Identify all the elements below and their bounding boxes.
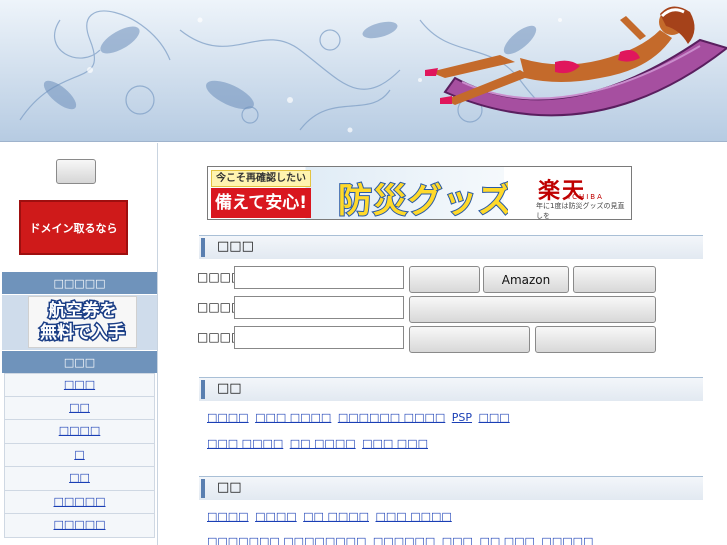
- search-input-3[interactable]: [234, 326, 404, 349]
- search-input-2[interactable]: [234, 296, 404, 319]
- ticket-ad-line2: 無料で入手: [39, 322, 127, 345]
- link[interactable]: □□□ □□□: [362, 437, 428, 450]
- links-line: □□□□□□□ □□□□□□□□ □□□□□□ □□□ □□ □□□ □□□□□: [207, 535, 596, 545]
- links-line: □□□ □□□□ □□ □□□□ □□□ □□□: [207, 437, 431, 450]
- link[interactable]: □□□□□: [541, 535, 593, 545]
- search-row-1: □□□□ Amazon: [197, 266, 707, 293]
- promo-headline: 防災グッズ: [337, 180, 513, 220]
- search-row-2: □□□□: [197, 296, 707, 323]
- link[interactable]: □□□: [479, 411, 510, 424]
- rakuten-logo-box: 楽天 年に1度は防災グッズの見直しを ICHIBA: [508, 171, 630, 219]
- link[interactable]: □□□ □□□□: [207, 437, 283, 450]
- domain-ad-banner[interactable]: ドメイン取るなら: [19, 200, 128, 255]
- link[interactable]: □□ □□□: [479, 535, 534, 545]
- link[interactable]: □□□□: [207, 411, 249, 424]
- links-section-title: □□: [217, 480, 242, 495]
- section-marker: [201, 479, 205, 498]
- section-marker: [201, 380, 205, 399]
- link[interactable]: □□□□: [207, 510, 249, 523]
- link[interactable]: □□□□□□ □□□□: [338, 411, 445, 424]
- header-banner: [0, 0, 727, 142]
- search-section-title: □□□: [217, 239, 254, 254]
- search-row-3: □□□□: [197, 326, 707, 353]
- disaster-goods-ad-banner[interactable]: 今こそ再確認したい 備えて安心! 防災グッズ 楽天 年に1度は防災グッズの見直し…: [207, 166, 632, 220]
- search-button-3b[interactable]: [535, 326, 656, 353]
- beach-lounger-illustration: [0, 0, 727, 141]
- sidebar-nav-item[interactable]: □□: [4, 467, 155, 491]
- sidebar-blank-button[interactable]: [56, 159, 96, 184]
- links-section-title: □□: [217, 381, 242, 396]
- links-section-header: □□: [199, 377, 703, 401]
- section-marker: [201, 238, 205, 257]
- promo-badge: 備えて安心!: [211, 188, 311, 218]
- link[interactable]: □□ □□□□: [303, 510, 369, 523]
- sidebar-nav-item[interactable]: □□□: [4, 373, 155, 397]
- link[interactable]: □□□: [442, 535, 473, 545]
- sidebar-nav-item[interactable]: □□: [4, 396, 155, 420]
- link[interactable]: □□□□: [255, 510, 297, 523]
- sidebar-section-title: □□□□□: [2, 272, 157, 294]
- link[interactable]: □□ □□□□: [290, 437, 356, 450]
- search-button-1a[interactable]: [409, 266, 480, 293]
- ticket-ad-line1: 航空券を: [47, 300, 118, 323]
- left-sidebar: ドメイン取るなら □□□□□ 航空券を 無料で入手 □□□ □□□ □□ □□□…: [0, 143, 158, 545]
- air-ticket-ad-banner[interactable]: 航空券を 無料で入手: [28, 296, 137, 348]
- link[interactable]: □□□□□□: [373, 535, 435, 545]
- rakuten-sub-logo: ICHIBA: [568, 193, 604, 201]
- main-content: 今こそ再確認したい 備えて安心! 防災グッズ 楽天 年に1度は防災グッズの見直し…: [159, 143, 727, 545]
- amazon-search-button[interactable]: Amazon: [483, 266, 569, 293]
- search-input-1[interactable]: [234, 266, 404, 289]
- search-button-1c[interactable]: [573, 266, 656, 293]
- domain-ad-text: ドメイン取るなら: [29, 221, 118, 235]
- promo-footer-text: 年に1度は防災グッズの見直しを: [536, 202, 625, 220]
- sidebar-nav-item[interactable]: □□□□□: [4, 490, 155, 514]
- sidebar-nav-item[interactable]: □□□□: [4, 420, 155, 444]
- link[interactable]: □□□□□□□ □□□□□□□□: [207, 535, 366, 545]
- ticket-ad-container: 航空券を 無料で入手: [2, 295, 157, 350]
- link[interactable]: □□□ □□□□: [376, 510, 452, 523]
- links-section-header: □□: [199, 476, 703, 500]
- link[interactable]: □□□ □□□□: [255, 411, 331, 424]
- links-line: □□□□ □□□ □□□□ □□□□□□ □□□□ PSP □□□: [207, 411, 513, 424]
- sidebar-nav: □□□ □□ □□□□ □ □□ □□□□□ □□□□□: [4, 373, 155, 538]
- links-line: □□□□ □□□□ □□ □□□□ □□□ □□□□: [207, 510, 455, 523]
- search-button-3a[interactable]: [409, 326, 530, 353]
- search-button-2[interactable]: [409, 296, 656, 323]
- sidebar-nav-item[interactable]: □: [4, 443, 155, 467]
- sidebar-nav-item[interactable]: □□□□□: [4, 514, 155, 538]
- sidebar-nav-title: □□□: [2, 351, 157, 373]
- link[interactable]: PSP: [452, 411, 472, 424]
- search-section-header: □□□: [199, 235, 703, 259]
- promo-top-text: 今こそ再確認したい: [211, 170, 311, 187]
